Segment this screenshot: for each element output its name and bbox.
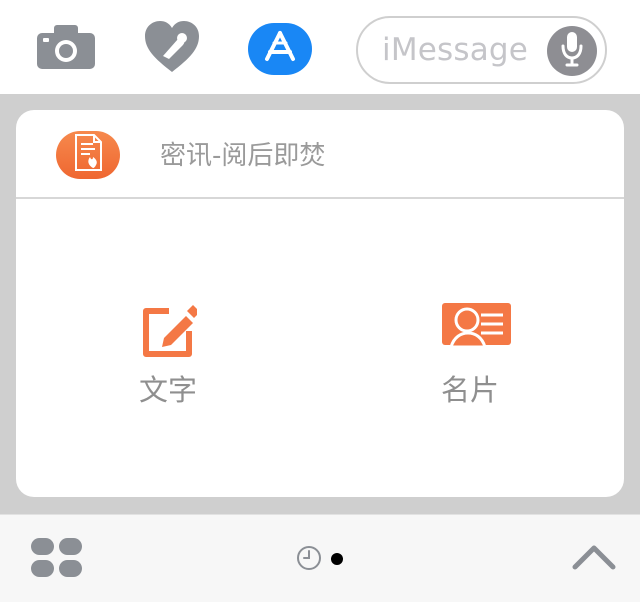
imessage-app-screen: iMessage 密讯-阅后即焚 文字 名片: [0, 0, 640, 602]
grid-dot: [31, 538, 54, 555]
text-action-label: 文字: [138, 373, 197, 407]
clock-icon: [296, 546, 322, 575]
expand-drawer-button[interactable]: [570, 539, 618, 575]
message-input[interactable]: iMessage: [356, 16, 607, 84]
digital-touch-button[interactable]: [140, 20, 204, 78]
contact-card-icon: [429, 303, 511, 353]
microphone-button[interactable]: [547, 26, 597, 76]
app-store-selected-pill: [248, 23, 312, 75]
recent-apps-button[interactable]: [296, 545, 322, 571]
chevron-up-icon: [570, 545, 618, 579]
active-page-dot: [331, 553, 343, 565]
message-placeholder: iMessage: [382, 32, 529, 68]
fire-document-icon: [71, 134, 105, 176]
contact-card-action[interactable]: 名片: [400, 303, 540, 423]
microphone-icon: [559, 31, 585, 71]
text-message-action[interactable]: 文字: [98, 303, 238, 423]
app-grid-button[interactable]: [31, 535, 83, 581]
heart-hand-icon: [143, 20, 201, 78]
camera-button[interactable]: [34, 22, 98, 76]
contact-card-action-label: 名片: [440, 373, 499, 407]
app-store-button[interactable]: [248, 22, 312, 76]
camera-icon: [37, 25, 95, 73]
edit-icon: [139, 303, 200, 365]
grid-dot: [31, 560, 54, 577]
app-card: 密讯-阅后即焚 文字 名片: [16, 110, 624, 497]
page-indicator: [296, 545, 346, 571]
app-card-header: 密讯-阅后即焚: [16, 110, 624, 199]
app-store-icon: [261, 29, 299, 69]
app-title: 密讯-阅后即焚: [160, 141, 326, 171]
app-drawer: 密讯-阅后即焚 文字 名片: [0, 95, 640, 514]
grid-dot: [59, 538, 82, 555]
message-compose-bar: iMessage: [0, 0, 640, 95]
grid-dot: [59, 560, 82, 577]
app-drawer-footer: [0, 514, 640, 602]
app-icon: [56, 131, 120, 179]
